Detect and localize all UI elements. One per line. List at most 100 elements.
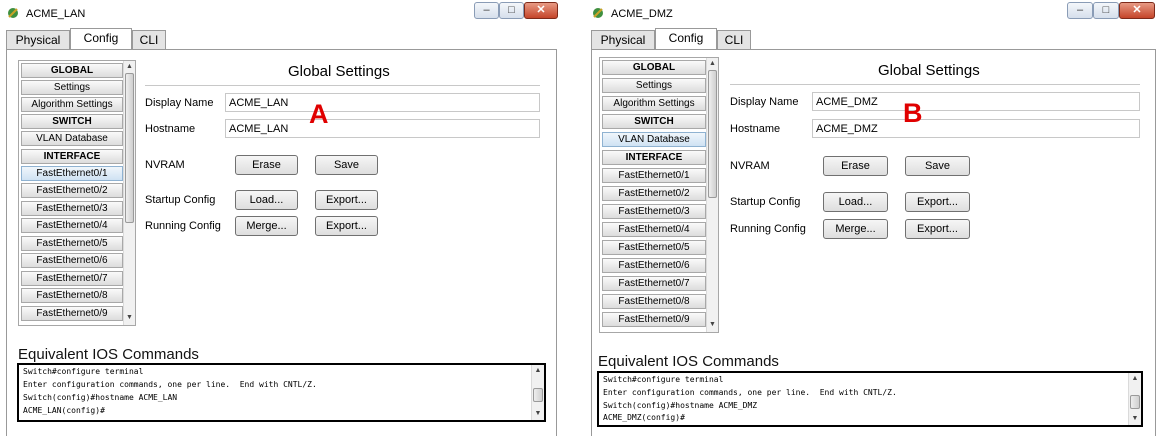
merge-button[interactable]: Merge... [823, 219, 888, 239]
maximize-button[interactable]: □ [1093, 2, 1119, 19]
running-config-label: Running Config [145, 220, 221, 232]
save-button[interactable]: Save [315, 155, 378, 175]
ios-commands-console[interactable]: Switch#configure terminal Enter configur… [17, 363, 546, 422]
divider [730, 84, 1140, 85]
tab-cli[interactable]: CLI [717, 30, 751, 49]
annotation-marker: B [903, 98, 923, 128]
scroll-up-icon[interactable]: ▲ [1129, 374, 1141, 384]
erase-button[interactable]: Erase [235, 155, 298, 175]
scroll-down-icon[interactable]: ▼ [532, 409, 544, 419]
nav-item-vlan-database[interactable]: VLAN Database [21, 131, 123, 146]
scroll-up-icon[interactable]: ▲ [124, 62, 135, 72]
load-button[interactable]: Load... [235, 190, 298, 210]
scroll-thumb[interactable] [1130, 395, 1140, 409]
nav-item-fastethernet0-2[interactable]: FastEthernet0/2 [602, 186, 706, 201]
nav-item-vlan-database[interactable]: VLAN Database [602, 132, 706, 147]
nav-item-fastethernet0-1[interactable]: FastEthernet0/1 [602, 168, 706, 183]
ios-commands-title: Equivalent IOS Commands [598, 353, 779, 370]
nav-header-switch[interactable]: SWITCH [602, 114, 706, 129]
nav-item-fastethernet0-6[interactable]: FastEthernet0/6 [21, 253, 123, 268]
nav-scrollbar[interactable]: ▲ ▼ [706, 58, 718, 332]
export-running-button[interactable]: Export... [315, 216, 378, 236]
nav-item-fastethernet0-5[interactable]: FastEthernet0/5 [21, 236, 123, 251]
display-name-field[interactable]: ACME_LAN [225, 93, 540, 112]
nav-header-global[interactable]: GLOBAL [602, 60, 706, 75]
nav-item-fastethernet0-6[interactable]: FastEthernet0/6 [602, 258, 706, 273]
nav-item-algorithm-settings[interactable]: Algorithm Settings [21, 97, 123, 112]
nav-scrollbar[interactable]: ▲ ▼ [123, 61, 135, 325]
minimize-icon: – [1076, 4, 1084, 16]
nav-item-fastethernet0-7[interactable]: FastEthernet0/7 [602, 276, 706, 291]
display-name-label: Display Name [145, 97, 214, 109]
hostname-value: ACME_LAN [229, 123, 289, 135]
export-running-button[interactable]: Export... [905, 219, 970, 239]
title-bar[interactable]: ACME_LAN – □ ✕ [0, 0, 562, 28]
nav-item-settings[interactable]: Settings [21, 80, 123, 95]
tab-config[interactable]: Config [655, 28, 717, 50]
nav-header-global[interactable]: GLOBAL [21, 63, 123, 78]
global-settings-title: Global Settings [878, 62, 980, 79]
console-scrollbar[interactable]: ▲ ▼ [531, 365, 544, 420]
nav-item-fastethernet0-8[interactable]: FastEthernet0/8 [21, 288, 123, 303]
merge-button[interactable]: Merge... [235, 216, 298, 236]
maximize-button[interactable]: □ [499, 2, 524, 19]
tab-physical[interactable]: Physical [6, 30, 70, 49]
title-bar[interactable]: ACME_DMZ – □ ✕ [585, 0, 1158, 28]
nav-item-fastethernet0-2[interactable]: FastEthernet0/2 [21, 183, 123, 198]
nav-item-fastethernet0-4[interactable]: FastEthernet0/4 [602, 222, 706, 237]
close-button[interactable]: ✕ [524, 2, 558, 19]
console-line: Switch#configure terminal [603, 375, 724, 384]
ios-commands-console[interactable]: Switch#configure terminal Enter configur… [597, 371, 1143, 427]
export-startup-button[interactable]: Export... [905, 192, 970, 212]
save-button[interactable]: Save [905, 156, 970, 176]
tab-cli[interactable]: CLI [132, 30, 166, 49]
nav-item-algorithm-settings[interactable]: Algorithm Settings [602, 96, 706, 111]
nav-item-fastethernet0-7[interactable]: FastEthernet0/7 [21, 271, 123, 286]
scroll-down-icon[interactable]: ▼ [124, 313, 135, 323]
display-name-label: Display Name [730, 96, 799, 108]
nav-item-fastethernet0-9[interactable]: FastEthernet0/9 [602, 312, 706, 327]
hostname-field[interactable]: ACME_DMZ [812, 119, 1140, 138]
tab-config[interactable]: Config [70, 28, 132, 50]
load-button[interactable]: Load... [823, 192, 888, 212]
nav-header-interface[interactable]: INTERFACE [602, 150, 706, 165]
display-name-value: ACME_LAN [229, 97, 289, 109]
minimize-button[interactable]: – [1067, 2, 1093, 19]
console-line: Switch#configure terminal [23, 367, 144, 376]
console-scrollbar[interactable]: ▲ ▼ [1128, 373, 1141, 425]
global-settings-title: Global Settings [288, 63, 390, 80]
nav-item-fastethernet0-9[interactable]: FastEthernet0/9 [21, 306, 123, 321]
nav-item-fastethernet0-5[interactable]: FastEthernet0/5 [602, 240, 706, 255]
scroll-up-icon[interactable]: ▲ [532, 366, 544, 376]
maximize-icon: □ [1102, 4, 1110, 16]
display-name-field[interactable]: ACME_DMZ [812, 92, 1140, 111]
scroll-thumb[interactable] [708, 70, 717, 198]
export-startup-button[interactable]: Export... [315, 190, 378, 210]
maximize-icon: □ [508, 4, 515, 16]
hostname-field[interactable]: ACME_LAN [225, 119, 540, 138]
minimize-button[interactable]: – [474, 2, 499, 19]
nav-item-fastethernet0-4[interactable]: FastEthernet0/4 [21, 218, 123, 233]
running-config-label: Running Config [730, 223, 806, 235]
nav-header-switch[interactable]: SWITCH [21, 114, 123, 129]
scroll-down-icon[interactable]: ▼ [707, 320, 718, 330]
window-acme-lan: ACME_LAN – □ ✕ Physical Config CLI GLOBA… [0, 0, 562, 436]
nav-header-interface[interactable]: INTERFACE [21, 149, 123, 164]
scroll-thumb[interactable] [125, 73, 134, 223]
close-icon: ✕ [536, 4, 546, 16]
nav-item-settings[interactable]: Settings [602, 78, 706, 93]
scroll-thumb[interactable] [533, 388, 543, 402]
erase-button[interactable]: Erase [823, 156, 888, 176]
nav-item-fastethernet0-3[interactable]: FastEthernet0/3 [602, 204, 706, 219]
close-button[interactable]: ✕ [1119, 2, 1155, 19]
nav-item-fastethernet0-1[interactable]: FastEthernet0/1 [21, 166, 123, 181]
nav-item-fastethernet0-3[interactable]: FastEthernet0/3 [21, 201, 123, 216]
display-name-value: ACME_DMZ [816, 96, 878, 108]
window-title: ACME_DMZ [611, 8, 673, 20]
scroll-down-icon[interactable]: ▼ [1129, 414, 1141, 424]
nvram-label: NVRAM [145, 159, 185, 171]
tab-physical[interactable]: Physical [591, 30, 655, 49]
close-icon: ✕ [1132, 4, 1142, 16]
nav-item-fastethernet0-8[interactable]: FastEthernet0/8 [602, 294, 706, 309]
scroll-up-icon[interactable]: ▲ [707, 59, 718, 69]
